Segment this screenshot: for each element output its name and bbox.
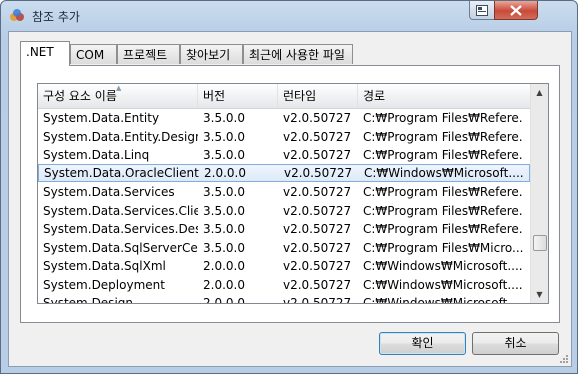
cell-version: 3.5.0.0 <box>203 203 245 218</box>
cell-path: C:₩Program Files₩Refere... <box>363 148 523 162</box>
column-header-label: 구성 요소 이름 <box>43 89 117 103</box>
cell-runtime: v2.0.50727 <box>283 129 352 144</box>
cell-runtime: v2.0.50727 <box>284 166 353 180</box>
cell-name: System.Data.Entity <box>43 111 160 125</box>
list-row[interactable]: System.Data.Linq 3.5.0.0 v2.0.50727 C:₩P… <box>38 146 530 164</box>
cell-runtime: v2.0.50727 <box>283 111 352 125</box>
cell-version: 3.5.0.0 <box>203 240 245 255</box>
cell-path: C:₩Program Files₩Refere... <box>363 185 523 199</box>
cell-name: System.Design <box>43 296 133 304</box>
cell-version: 2.0.0.0 <box>203 259 245 273</box>
cell-runtime: v2.0.50727 <box>283 148 352 162</box>
column-header-label: 버전 <box>203 89 226 103</box>
cell-version: 3.5.0.0 <box>203 185 245 199</box>
cell-path: C:₩Windows₩Microsoft.... <box>363 296 523 304</box>
cancel-button-label: 취소 <box>504 336 527 350</box>
help-button[interactable] <box>469 1 495 20</box>
add-reference-dialog: 참조 추가 .NET COM 프로젝트 찾아보기 최근에 사용한 파일 구성 요… <box>0 0 578 374</box>
cell-runtime: v2.0.50727 <box>283 240 352 255</box>
cell-path: C:₩Windows₩Microsoft.... <box>363 277 523 292</box>
cell-version: 2.0.0.0 <box>204 166 246 180</box>
list-header: 구성 요소 이름 ▲ 버전 런타임 경로 <box>38 84 530 109</box>
tab-label: 찾아보기 <box>186 48 231 62</box>
tab-project[interactable]: 프로젝트 <box>117 44 180 64</box>
tab-dotnet[interactable]: .NET <box>20 41 70 66</box>
scroll-down-arrow-icon[interactable]: ▼ <box>531 286 548 303</box>
cell-path: C:₩Program Files₩Refere... <box>363 203 523 218</box>
cancel-button[interactable]: 취소 <box>472 332 559 355</box>
cell-runtime: v2.0.50727 <box>283 296 352 304</box>
help-icon <box>476 4 488 16</box>
cell-version: 3.5.0.0 <box>203 129 245 144</box>
column-header-path[interactable]: 경로 <box>358 84 530 108</box>
resize-grip-icon[interactable] <box>558 353 568 363</box>
cell-runtime: v2.0.50727 <box>283 203 352 218</box>
dialog-client-area: .NET COM 프로젝트 찾아보기 최근에 사용한 파일 구성 요소 이름 ▲… <box>8 31 572 367</box>
cell-name: System.Deployment <box>43 277 165 292</box>
column-header-label: 런타임 <box>283 89 317 103</box>
list-row[interactable]: System.Data.Entity 3.5.0.0 v2.0.50727 C:… <box>38 109 530 127</box>
cell-name: System.Data.Services.Desi... <box>43 222 198 236</box>
title-bar[interactable]: 참조 추가 <box>1 1 577 29</box>
cell-path: C:₩Program Files₩Micro... <box>363 240 523 255</box>
list-row[interactable]: System.Data.Services.Client 3.5.0.0 v2.0… <box>38 202 530 220</box>
ok-button-label: 확인 <box>411 336 434 350</box>
sort-ascending-icon: ▲ <box>116 84 122 92</box>
ok-button[interactable]: 확인 <box>379 332 466 355</box>
cell-runtime: v2.0.50727 <box>283 222 352 236</box>
tab-label: 최근에 사용한 파일 <box>249 48 345 62</box>
column-header-name[interactable]: 구성 요소 이름 ▲ <box>38 84 198 108</box>
cell-name: System.Data.Entity.Design <box>43 129 198 144</box>
cell-path: C:₩Windows₩Microsoft.... <box>364 166 524 180</box>
column-header-runtime[interactable]: 런타임 <box>278 84 358 108</box>
list-row[interactable]: System.Data.SqlServerCe 3.5.0.0 v2.0.507… <box>38 239 530 257</box>
column-header-label: 경로 <box>363 89 386 103</box>
cell-version: 2.0.0.0 <box>203 277 245 292</box>
cell-name: System.Data.SqlServerCe <box>43 240 198 255</box>
tab-label: .NET <box>26 45 54 59</box>
list-row[interactable]: System.Design 2.0.0.0 v2.0.50727 C:₩Wind… <box>38 294 530 304</box>
tab-recent[interactable]: 최근에 사용한 파일 <box>243 44 353 64</box>
cell-name: System.Data.Services <box>43 185 175 199</box>
cell-path: C:₩Program Files₩Refere... <box>363 222 523 236</box>
scroll-up-arrow-icon[interactable]: ▲ <box>531 84 548 101</box>
close-button[interactable] <box>494 1 538 20</box>
cell-path: C:₩Program Files₩Refere... <box>363 111 523 125</box>
tab-label: 프로젝트 <box>123 48 168 62</box>
visual-studio-icon <box>10 9 24 21</box>
tab-browse[interactable]: 찾아보기 <box>180 44 243 64</box>
component-list[interactable]: 구성 요소 이름 ▲ 버전 런타임 경로 System.Data.Entity … <box>37 83 549 304</box>
column-header-version[interactable]: 버전 <box>198 84 278 108</box>
cell-version: 3.5.0.0 <box>203 148 245 162</box>
cell-version: 3.5.0.0 <box>203 222 245 236</box>
cell-runtime: v2.0.50727 <box>283 277 352 292</box>
cell-name: System.Data.OracleClient <box>44 166 199 180</box>
list-row[interactable]: System.Data.SqlXml 2.0.0.0 v2.0.50727 C:… <box>38 257 530 275</box>
cell-name: System.Data.SqlXml <box>43 259 166 273</box>
window-title: 참조 추가 <box>32 10 80 24</box>
list-row[interactable]: System.Deployment 2.0.0.0 v2.0.50727 C:₩… <box>38 276 530 294</box>
cell-path: C:₩Windows₩Microsoft.... <box>363 259 523 273</box>
cell-name: System.Data.Services.Client <box>43 203 198 218</box>
list-row[interactable]: System.Data.Services 3.5.0.0 v2.0.50727 … <box>38 183 530 201</box>
cell-path: C:₩Program Files₩Refere... <box>363 129 523 144</box>
cell-name: System.Data.Linq <box>43 148 150 162</box>
close-icon <box>510 4 522 16</box>
tab-com[interactable]: COM <box>70 44 117 64</box>
vertical-scrollbar[interactable]: ▲ ▼ <box>530 84 548 303</box>
list-row[interactable]: System.Data.Entity.Design 3.5.0.0 v2.0.5… <box>38 128 530 146</box>
cell-runtime: v2.0.50727 <box>283 259 352 273</box>
cell-runtime: v2.0.50727 <box>283 185 352 199</box>
list-row[interactable]: System.Data.Services.Desi... 3.5.0.0 v2.… <box>38 220 530 238</box>
list-row-selected[interactable]: System.Data.OracleClient 2.0.0.0 v2.0.50… <box>38 164 530 182</box>
cell-version: 2.0.0.0 <box>203 296 245 304</box>
tab-label: COM <box>76 48 105 62</box>
scroll-thumb[interactable] <box>533 235 547 251</box>
tab-panel-dotnet: 구성 요소 이름 ▲ 버전 런타임 경로 System.Data.Entity … <box>20 65 560 323</box>
cell-version: 3.5.0.0 <box>203 111 245 125</box>
